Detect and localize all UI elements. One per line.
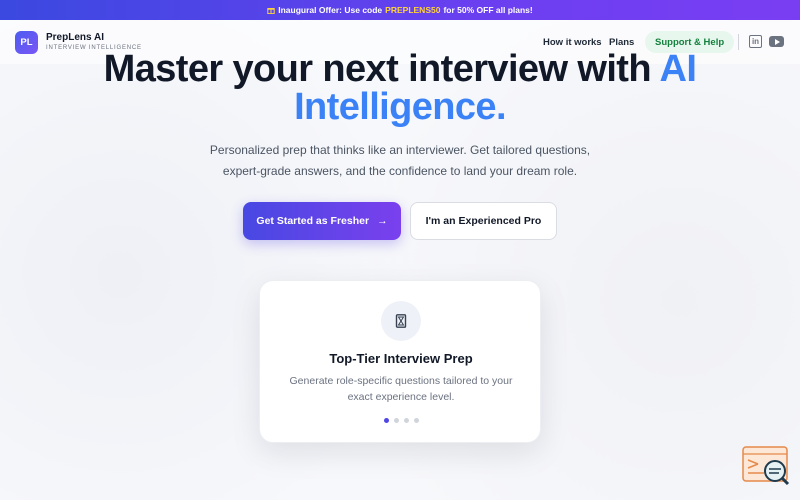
feature-description: Generate role-specific questions tailore… — [289, 375, 513, 403]
carousel-dot-4[interactable] — [413, 418, 419, 423]
hourglass-icon — [395, 314, 407, 328]
primary-button-label: Get Started as Fresher — [256, 215, 370, 227]
hero-line2-text: Intelligence — [294, 86, 496, 128]
hero-line2-period: . — [495, 86, 507, 128]
hero-line1-accent: AI — [659, 48, 697, 90]
hero-title-line1: Master your next interview with AI — [0, 48, 800, 91]
linkedin-icon[interactable]: in — [749, 35, 762, 48]
experienced-pro-button[interactable]: I'm an Experienced Pro — [410, 202, 557, 240]
carousel-dots — [260, 418, 542, 423]
nav-plans[interactable]: Plans — [609, 37, 634, 48]
hero-line1-text: Master your next interview with — [103, 48, 652, 90]
nav-how-it-works[interactable]: How it works — [543, 37, 602, 48]
hero-subtitle: Personalized prep that thinks like an in… — [209, 143, 591, 178]
arrow-right-icon: → — [377, 215, 388, 227]
youtube-icon[interactable] — [769, 36, 784, 47]
brand-name: PrepLens AI — [46, 32, 104, 43]
search-chat-icon — [742, 446, 790, 486]
promo-code[interactable]: PREPLENS50 — [385, 5, 440, 15]
feature-card: Top-Tier Interview Prep Generate role-sp… — [259, 280, 541, 443]
feature-title: Top-Tier Interview Prep — [329, 351, 473, 366]
carousel-dot-2[interactable] — [393, 418, 399, 423]
gift-icon — [267, 8, 275, 14]
promo-prefix: Inaugural Offer: Use code — [278, 5, 383, 15]
promo-suffix: for 50% OFF all plans! — [443, 5, 533, 15]
carousel-dot-3[interactable] — [403, 418, 409, 423]
promo-banner: Inaugural Offer: Use code PREPLENS50 for… — [0, 0, 800, 20]
hero-title-line2: Intelligence. — [0, 86, 800, 129]
feature-icon-circle — [381, 301, 421, 341]
carousel-dot-1[interactable] — [383, 418, 389, 423]
get-started-fresher-button[interactable]: Get Started as Fresher → — [243, 202, 401, 240]
help-widget[interactable] — [742, 446, 790, 486]
